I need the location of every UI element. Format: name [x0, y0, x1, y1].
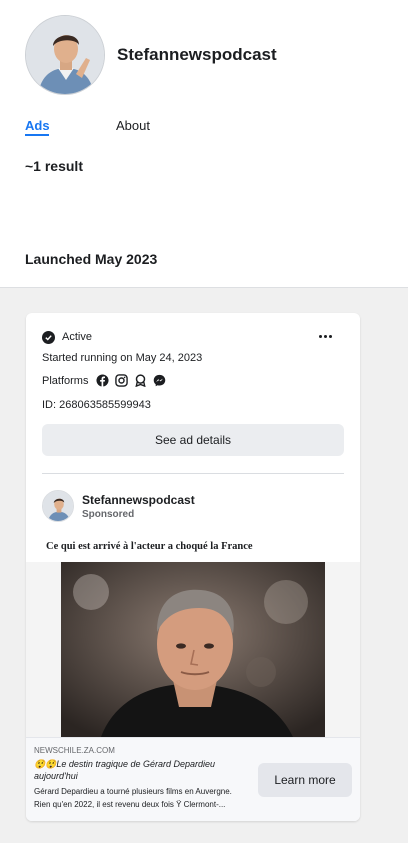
divider	[42, 473, 344, 474]
status-text: Active	[62, 331, 92, 343]
link-description: Gérard Depardieu a tourné plusieurs film…	[34, 785, 264, 811]
ad-media	[26, 562, 360, 737]
instagram-icon	[115, 374, 129, 387]
link-domain: NEWSCHILE.ZA.COM	[34, 746, 115, 755]
link-preview[interactable]: NEWSCHILE.ZA.COM 😲😲Le destin tragique de…	[26, 737, 360, 821]
start-date: Started running on May 24, 2023	[42, 352, 203, 364]
page-avatar[interactable]	[25, 15, 105, 95]
platforms-row: Platforms	[42, 374, 166, 388]
link-description-line: Gérard Depardieu a tourné plusieurs film…	[34, 787, 232, 796]
tab-about[interactable]: About	[116, 118, 150, 133]
active-tab-indicator	[25, 134, 49, 136]
see-ad-details-button[interactable]: See ad details	[42, 424, 344, 456]
ad-card: Active Started running on May 24, 2023 P…	[26, 313, 360, 821]
page-header: Stefannewspodcast Ads About ~1 result La…	[0, 0, 408, 288]
link-description-line: Rien qu'en 2022, il est revenu deux fois…	[34, 800, 226, 809]
launch-group-heading: Launched May 2023	[25, 251, 158, 267]
learn-more-button[interactable]: Learn more	[258, 763, 352, 797]
check-circle-icon	[42, 330, 55, 344]
ad-image[interactable]	[61, 562, 325, 737]
audience-network-icon	[134, 374, 147, 388]
facebook-icon	[96, 374, 110, 387]
ad-id: ID: 268063585599943	[42, 399, 151, 411]
ad-headline: Ce qui est arrivé à l'acteur a choqué la…	[46, 541, 253, 552]
result-count: ~1 result	[25, 158, 83, 174]
sponsored-label: Sponsored	[82, 509, 135, 520]
link-title: 😲😲Le destin tragique de Gérard Depardieu…	[34, 759, 216, 781]
advertiser-name[interactable]: Stefannewspodcast	[82, 493, 195, 507]
platforms-label: Platforms	[42, 374, 89, 387]
more-options-icon[interactable]	[319, 335, 332, 338]
advertiser-avatar[interactable]	[42, 490, 74, 522]
page-name: Stefannewspodcast	[117, 45, 277, 64]
status-row: Active	[42, 330, 92, 344]
tab-ads[interactable]: Ads	[25, 118, 50, 133]
messenger-icon	[153, 374, 166, 387]
